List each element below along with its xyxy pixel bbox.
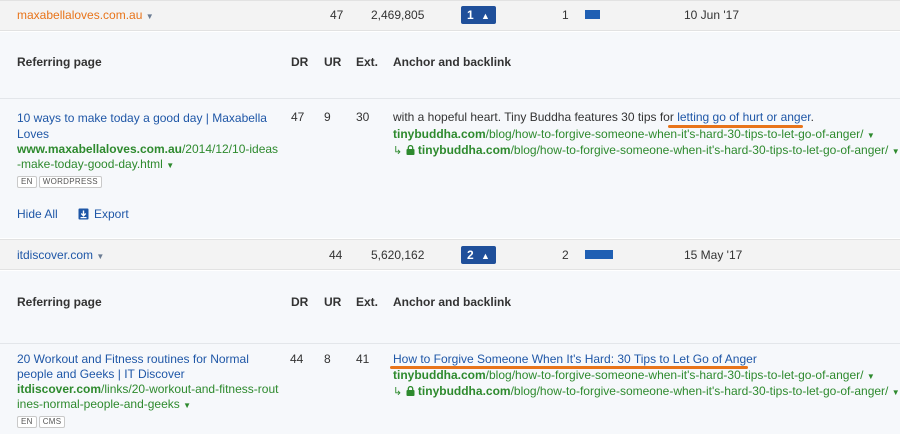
row-ur: 8: [324, 352, 331, 366]
lock-icon: [406, 145, 415, 155]
redirect-arrow-icon: ↳: [393, 386, 403, 398]
domain-refdomains: 5,620,162: [371, 248, 425, 262]
col-ur[interactable]: UR: [324, 295, 341, 309]
chevron-down-icon[interactable]: ▼: [867, 131, 875, 140]
anchor-context: with a hopeful heart. Tiny Buddha featur…: [393, 110, 814, 124]
chevron-down-icon[interactable]: ▼: [166, 161, 174, 170]
domain-count: 2: [562, 248, 569, 262]
divider: [0, 343, 900, 344]
col-ext[interactable]: Ext.: [356, 295, 378, 309]
domain-link[interactable]: maxabellaloves.com.au ▼: [17, 8, 154, 22]
chevron-down-icon[interactable]: ▼: [183, 401, 191, 410]
export-button[interactable]: Export: [78, 207, 129, 221]
row-ext: 30: [356, 110, 370, 124]
redirect-url[interactable]: ↳ tinybuddha.com/blog/how-to-forgive-som…: [393, 384, 900, 398]
col-ur[interactable]: UR: [324, 55, 341, 69]
col-ext[interactable]: Ext.: [356, 55, 378, 69]
domain-dr: 44: [329, 248, 343, 262]
backlink-url[interactable]: tinybuddha.com/blog/how-to-forgive-someo…: [393, 368, 875, 382]
row-dr: 47: [291, 110, 305, 124]
tag-list: EN WORDPRESS: [17, 173, 104, 188]
referring-page-title[interactable]: 20 Workout and Fitness routines for Norm…: [17, 352, 249, 382]
chevron-down-icon[interactable]: ▼: [892, 388, 900, 397]
chevron-up-icon: ▲: [481, 11, 490, 21]
traffic-bar: [585, 250, 613, 259]
row-dr: 44: [290, 352, 304, 366]
anchor-link[interactable]: letting go of hurt or anger: [677, 110, 810, 124]
chevron-down-icon[interactable]: ▼: [892, 147, 900, 156]
lock-icon: [406, 386, 415, 396]
domain-count: 1: [562, 8, 569, 22]
chevron-down-icon[interactable]: ▼: [146, 12, 154, 21]
col-anchor: Anchor and backlink: [393, 55, 512, 69]
tag-list: EN CMS: [17, 413, 67, 428]
referring-page-title[interactable]: 10 ways to make today a good day | Maxab…: [17, 110, 267, 142]
hide-all-link[interactable]: Hide All: [17, 207, 58, 221]
tag-platform: CMS: [38, 416, 66, 428]
domain-row: [0, 239, 900, 270]
traffic-bar: [585, 10, 600, 19]
redirect-arrow-icon: ↳: [393, 145, 403, 157]
links-badge[interactable]: 1 ▲: [461, 6, 496, 24]
domain-refdomains: 2,469,805: [371, 8, 425, 22]
tag-language: EN: [17, 416, 37, 428]
row-ur: 9: [324, 110, 331, 124]
chevron-down-icon[interactable]: ▼: [96, 252, 104, 261]
col-anchor: Anchor and backlink: [393, 295, 512, 309]
domain-link[interactable]: itdiscover.com ▼: [17, 248, 104, 262]
referring-page-url[interactable]: itdiscover.com/links/20-workout-and-fitn…: [17, 382, 278, 413]
col-referring-page: Referring page: [17, 295, 102, 309]
chevron-up-icon: ▲: [481, 251, 490, 261]
row-ext: 41: [356, 352, 370, 366]
tag-language: EN: [17, 176, 37, 188]
links-badge[interactable]: 2 ▲: [461, 246, 496, 264]
export-icon: [78, 208, 89, 220]
anchor-link[interactable]: How to Forgive Someone When It's Hard: 3…: [393, 352, 757, 366]
domain-dr: 47: [330, 8, 344, 22]
backlink-url[interactable]: tinybuddha.com/blog/how-to-forgive-someo…: [393, 127, 875, 141]
redirect-url[interactable]: ↳ tinybuddha.com/blog/how-to-forgive-som…: [393, 143, 900, 157]
col-dr[interactable]: DR: [291, 55, 308, 69]
referring-page-url[interactable]: www.maxabellaloves.com.au/2014/12/10-ide…: [17, 142, 278, 173]
divider: [0, 98, 900, 99]
domain-date: 15 May '17: [684, 248, 743, 262]
domain-date: 10 Jun '17: [684, 8, 740, 22]
col-referring-page: Referring page: [17, 55, 102, 69]
tag-platform: WORDPRESS: [38, 176, 102, 188]
col-dr[interactable]: DR: [291, 295, 308, 309]
chevron-down-icon[interactable]: ▼: [867, 372, 875, 381]
